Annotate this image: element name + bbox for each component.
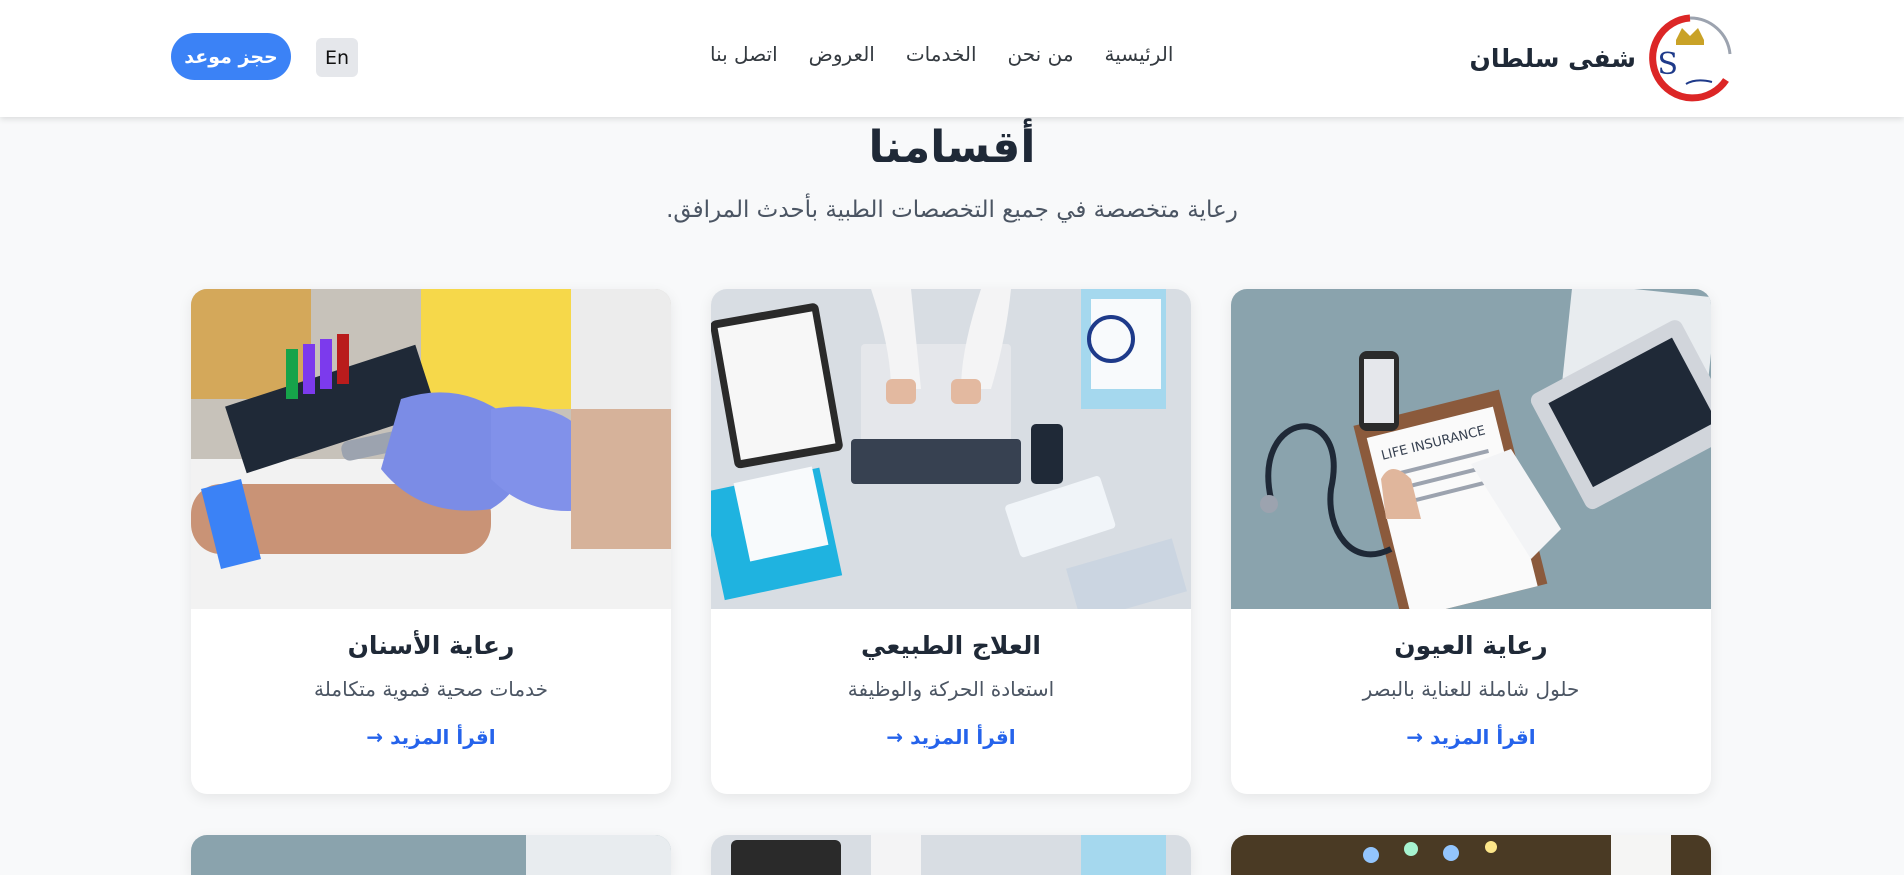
card-image-eye-care: LIFE INSURANCE [1231, 289, 1711, 609]
department-card-partial [1231, 835, 1711, 875]
card-title: العلاج الطبيعي [861, 631, 1041, 660]
nav-offers[interactable]: العروض [809, 42, 875, 66]
language-toggle-button[interactable]: En [316, 38, 358, 77]
card-title: رعاية العيون [1394, 631, 1548, 660]
section-subtitle: رعاية متخصصة في جميع التخصصات الطبية بأح… [666, 197, 1238, 223]
read-more-link[interactable]: اقرأ المزيد → [1231, 725, 1711, 749]
card-image-partial [1231, 835, 1711, 875]
hospital-logo-icon: S [1646, 14, 1734, 102]
brand[interactable]: S شفى سلطان [1470, 14, 1734, 102]
department-card-partial [711, 835, 1191, 875]
read-more-link[interactable]: اقرأ المزيد → [711, 725, 1191, 749]
card-image-partial [711, 835, 1191, 875]
section-title: أقسامنا [868, 122, 1036, 173]
department-card-partial [191, 835, 671, 875]
main-nav: الرئيسية من نحن الخدمات العروض اتصل بنا [710, 42, 1173, 66]
card-title: رعاية الأسنان [347, 631, 515, 660]
department-card-dental: رعاية الأسنان خدمات صحية فموية متكاملة ا… [191, 289, 671, 794]
card-description: خدمات صحية فموية متكاملة [314, 677, 548, 701]
card-image-partial [191, 835, 671, 875]
svg-text:S: S [1657, 47, 1678, 82]
card-description: حلول شاملة للعناية بالبصر [1362, 677, 1580, 701]
card-description: استعادة الحركة والوظيفة [847, 677, 1055, 701]
nav-about[interactable]: من نحن [1008, 42, 1074, 66]
department-card-eye-care: LIFE INSURANCE رعاية العيون حلول شاملة ل… [1231, 289, 1711, 794]
nav-home[interactable]: الرئيسية [1105, 42, 1174, 66]
card-image-dental [191, 289, 671, 609]
department-card-physiotherapy: العلاج الطبيعي استعادة الحركة والوظيفة ا… [711, 289, 1191, 794]
header: S شفى سلطان الرئيسية من نحن الخدمات العر… [0, 0, 1904, 117]
brand-name: شفى سلطان [1469, 43, 1636, 73]
book-appointment-button[interactable]: حجز موعد [171, 33, 291, 80]
nav-services[interactable]: الخدمات [906, 42, 977, 66]
nav-contact[interactable]: اتصل بنا [710, 42, 778, 66]
card-image-physiotherapy [711, 289, 1191, 609]
read-more-link[interactable]: اقرأ المزيد → [191, 725, 671, 749]
